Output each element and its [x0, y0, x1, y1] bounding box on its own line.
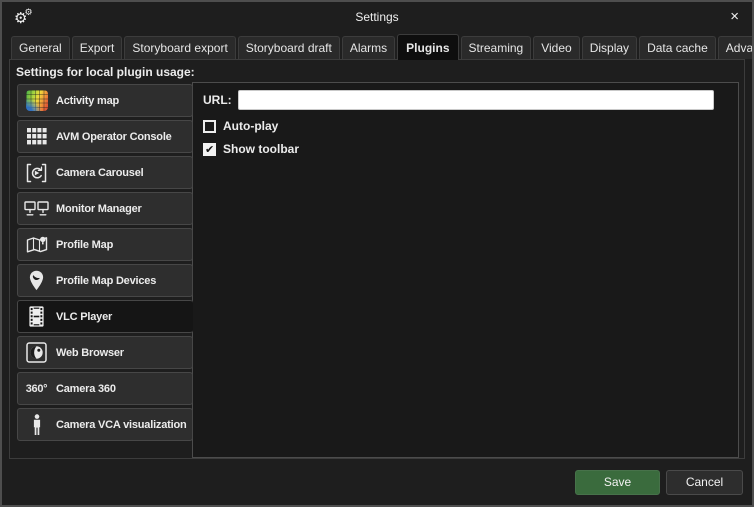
- plugin-item-label: Camera Carousel: [56, 167, 144, 179]
- page-header: Settings for local plugin usage:: [10, 60, 744, 82]
- map-icon: [23, 235, 50, 255]
- camera-carousel-icon: [23, 163, 50, 183]
- plugin-item-vlc-player[interactable]: VLC Player: [17, 300, 193, 333]
- title-bar: ⚙⚙ Settings ×: [2, 2, 752, 32]
- cancel-button[interactable]: Cancel: [666, 470, 743, 495]
- checkbox[interactable]: [203, 143, 216, 156]
- plugin-item-camera-vca-visualization[interactable]: Camera VCA visualization: [17, 408, 193, 441]
- tab-label: Advanced: [726, 41, 754, 55]
- checkbox-row-show-toolbar[interactable]: Show toolbar: [203, 142, 714, 156]
- plugin-item-profile-map-devices[interactable]: Profile Map Devices: [17, 264, 193, 297]
- tab-label: General: [19, 41, 62, 55]
- plugin-item-web-browser[interactable]: Web Browser: [17, 336, 193, 369]
- plugin-item-avm-operator-console[interactable]: AVM Operator Console: [17, 120, 193, 153]
- window-title: Settings: [2, 10, 752, 24]
- page-body: Activity map AVM Operator Console Camera…: [10, 82, 744, 458]
- checkbox-label: Auto-play: [223, 119, 278, 133]
- tab-video[interactable]: Video: [533, 36, 579, 59]
- plugin-item-camera-carousel[interactable]: Camera Carousel: [17, 156, 193, 189]
- tab-label: Plugins: [406, 41, 449, 55]
- tab-streaming[interactable]: Streaming: [461, 36, 532, 59]
- dialog-footer: Save Cancel: [2, 459, 752, 505]
- tab-label: Streaming: [469, 41, 524, 55]
- plugin-item-label: Profile Map Devices: [56, 275, 156, 287]
- tab-label: Storyboard draft: [246, 41, 332, 55]
- plugin-detail-panel: URL: Auto-play Show toolbar: [192, 82, 739, 458]
- plugin-item-camera-360[interactable]: 360° Camera 360: [17, 372, 193, 405]
- plugin-item-label: Web Browser: [56, 347, 124, 359]
- checkbox-row-auto-play[interactable]: Auto-play: [203, 119, 714, 133]
- tab-alarms[interactable]: Alarms: [342, 36, 395, 59]
- plugin-item-label: AVM Operator Console: [56, 131, 172, 143]
- tab-storyboard-export[interactable]: Storyboard export: [124, 36, 235, 59]
- monitors-icon: [23, 201, 50, 217]
- plugin-item-monitor-manager[interactable]: Monitor Manager: [17, 192, 193, 225]
- tab-label: Display: [590, 41, 629, 55]
- plugin-item-label: Activity map: [56, 95, 119, 107]
- tab-label: Alarms: [350, 41, 387, 55]
- checkbox-list: Auto-play Show toolbar: [203, 119, 714, 156]
- save-button[interactable]: Save: [575, 470, 660, 495]
- tab-plugins[interactable]: Plugins: [397, 34, 458, 60]
- plugin-list: Activity map AVM Operator Console Camera…: [17, 82, 193, 458]
- url-label: URL:: [203, 93, 232, 107]
- person-icon: [23, 414, 50, 436]
- plugin-item-activity-map[interactable]: Activity map: [17, 84, 193, 117]
- tab-label: Data cache: [647, 41, 708, 55]
- tab-storyboard-draft[interactable]: Storyboard draft: [238, 36, 340, 59]
- filmstrip-icon: [23, 306, 50, 327]
- map-pin-icon: [23, 270, 50, 291]
- tab-display[interactable]: Display: [582, 36, 637, 59]
- plugin-item-label: VLC Player: [56, 311, 112, 323]
- plugin-item-label: Camera 360: [56, 383, 116, 395]
- close-icon[interactable]: ×: [730, 6, 739, 27]
- plugin-item-label: Camera VCA visualization: [56, 419, 187, 431]
- grid-console-icon: [23, 128, 50, 145]
- tab-advanced[interactable]: Advanced: [718, 36, 754, 59]
- plugin-item-profile-map[interactable]: Profile Map: [17, 228, 193, 261]
- tab-label: Export: [80, 41, 115, 55]
- url-row: URL:: [203, 90, 714, 110]
- plugin-item-label: Monitor Manager: [56, 203, 142, 215]
- globe-icon: [23, 342, 50, 363]
- tab-export[interactable]: Export: [72, 36, 123, 59]
- activity-map-icon: [23, 90, 50, 111]
- tab-label: Video: [541, 41, 571, 55]
- plugin-item-label: Profile Map: [56, 239, 113, 251]
- checkbox-label: Show toolbar: [223, 142, 299, 156]
- url-input[interactable]: [238, 90, 714, 110]
- plugins-page: Settings for local plugin usage: Activit…: [9, 59, 745, 459]
- camera-360-icon: 360°: [23, 383, 50, 395]
- tab-data-cache[interactable]: Data cache: [639, 36, 716, 59]
- checkbox[interactable]: [203, 120, 216, 133]
- tab-label: Storyboard export: [132, 41, 227, 55]
- tab-general[interactable]: General: [11, 36, 70, 59]
- tab-strip: General Export Storyboard export Storyboard…: [2, 32, 752, 59]
- settings-dialog: ⚙⚙ Settings × General Export Storyboard ex…: [0, 0, 754, 507]
